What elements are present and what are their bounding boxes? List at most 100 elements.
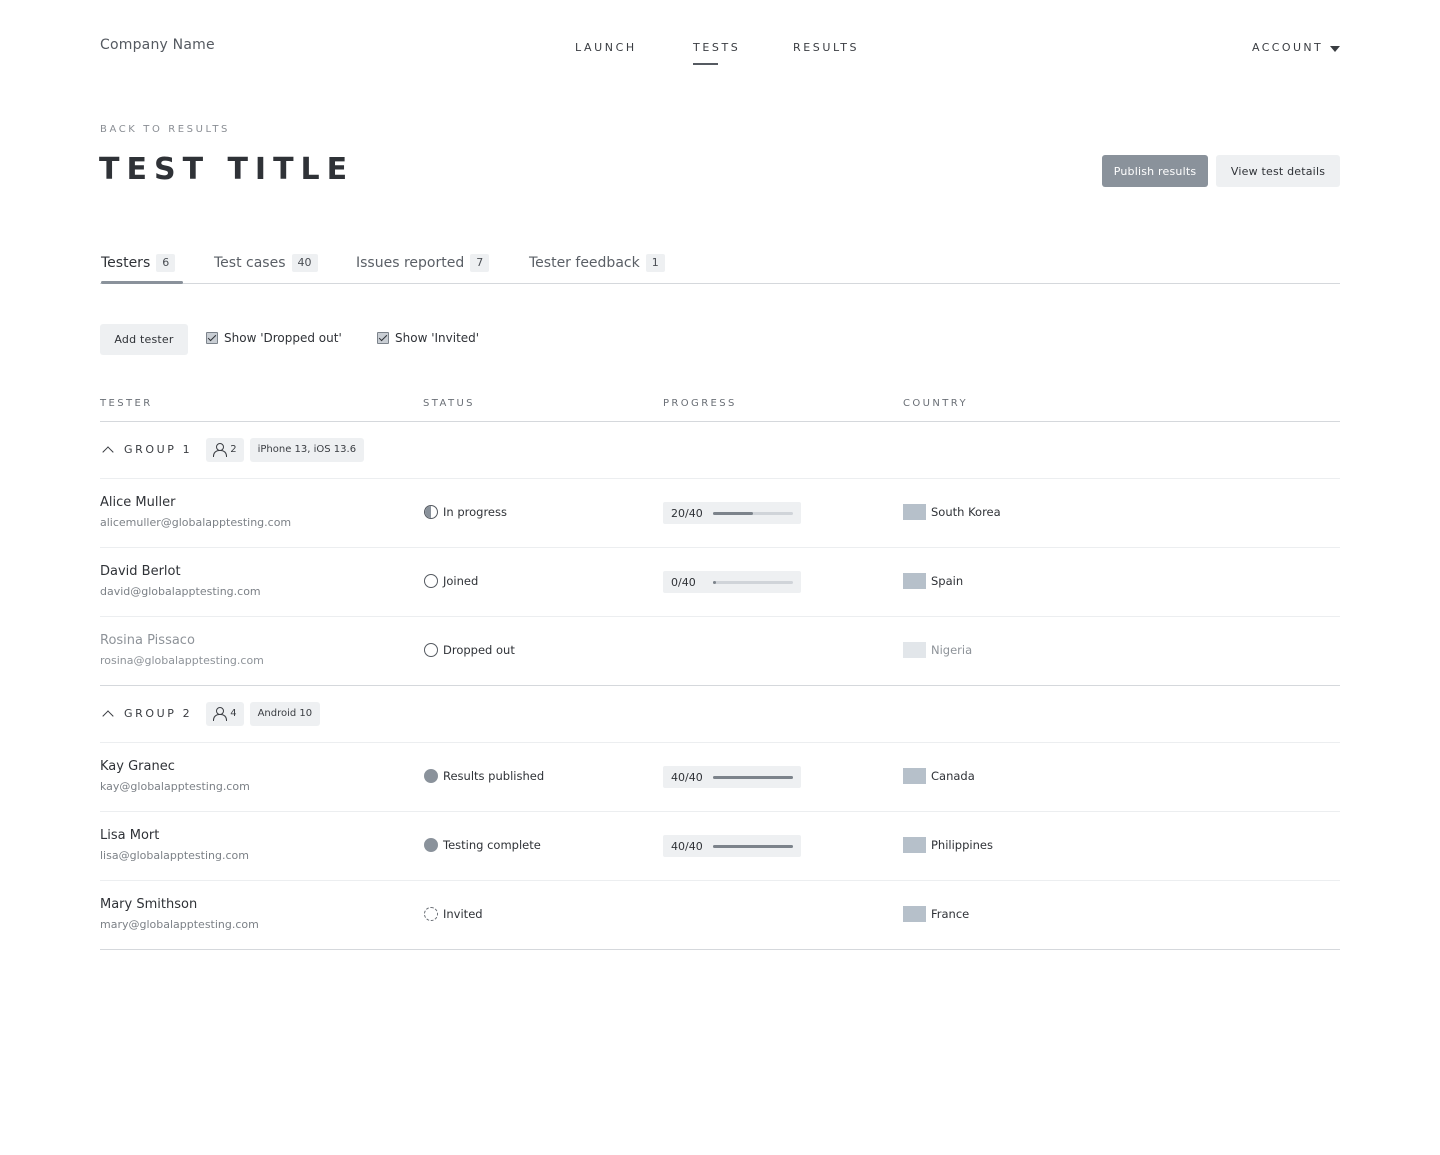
chevron-up-icon[interactable] (102, 446, 114, 458)
tester-email: lisa@globalapptesting.com (100, 849, 249, 862)
group-label: GROUP 1 (124, 443, 193, 456)
progress-cell: 40/40 (663, 835, 801, 857)
nav-launch[interactable]: LAUNCH (575, 41, 637, 54)
nav-tests[interactable]: TESTS (693, 41, 740, 54)
progress-bar-track (713, 581, 793, 584)
publish-results-button[interactable]: Publish results (1102, 155, 1208, 187)
progress-bar-fill (713, 512, 753, 515)
table-bottom-divider (100, 949, 1340, 950)
status-cell: Joined (424, 574, 478, 588)
group-header-2[interactable]: GROUP 2 4 Android 10 (100, 685, 1340, 742)
column-header-status[interactable]: STATUS (423, 398, 475, 409)
tab-testers[interactable]: Testers 6 (101, 253, 176, 273)
view-test-details-button[interactable]: View test details (1216, 155, 1340, 187)
table-row[interactable]: Lisa Mort lisa@globalapptesting.com Test… (100, 811, 1340, 880)
add-tester-button[interactable]: Add tester (100, 324, 188, 355)
table-row[interactable]: Alice Muller alicemuller@globalapptestin… (100, 478, 1340, 547)
tester-email: rosina@globalapptesting.com (100, 654, 264, 667)
country-name: Nigeria (931, 643, 973, 657)
page-title: TEST TITLE (99, 152, 355, 187)
status-text: Joined (443, 574, 479, 588)
tester-name: Mary Smithson (100, 897, 198, 912)
tab-label: Testers (101, 255, 151, 271)
flag-icon (903, 642, 926, 658)
caret-down-icon[interactable] (1330, 46, 1340, 52)
country-name: South Korea (931, 505, 1001, 519)
show-invited-checkbox[interactable]: Show 'Invited' (377, 331, 479, 345)
table-row[interactable]: David Berlot david@globalapptesting.com … (100, 547, 1340, 616)
tester-name: Kay Granec (100, 759, 175, 774)
column-header-progress[interactable]: PROGRESS (663, 398, 737, 409)
tab-label: Issues reported (356, 255, 465, 271)
group-label: GROUP 2 (124, 707, 193, 720)
progress-cell: 20/40 (663, 502, 801, 524)
filled-circle-icon (424, 838, 438, 852)
show-dropped-out-checkbox[interactable]: Show 'Dropped out' (206, 331, 342, 345)
tab-test-cases[interactable]: Test cases 40 (214, 253, 318, 273)
country-name: Spain (931, 574, 964, 588)
flag-icon (903, 768, 926, 784)
country-cell: Nigeria (903, 642, 972, 658)
flag-icon (903, 906, 926, 922)
progress-bar-fill (713, 776, 793, 779)
progress-bar-track (713, 845, 793, 848)
dashed-circle-icon (424, 907, 438, 921)
country-name: Philippines (931, 838, 993, 852)
active-tab-indicator (101, 281, 183, 284)
tester-name: Alice Muller (100, 495, 176, 510)
progress-text: 40/40 (671, 770, 703, 784)
tester-email: kay@globalapptesting.com (100, 780, 250, 793)
country-cell: France (903, 906, 969, 922)
table-row[interactable]: Kay Granec kay@globalapptesting.com Resu… (100, 742, 1340, 811)
company-logo[interactable]: Company Name (100, 37, 215, 53)
status-cell: Testing complete (424, 838, 541, 852)
tab-count-badge: 1 (645, 254, 665, 272)
status-cell: Invited (424, 907, 483, 921)
table-row[interactable]: Rosina Pissaco rosina@globalapptesting.c… (100, 616, 1340, 685)
status-cell: In progress (424, 505, 507, 519)
progress-text: 20/40 (671, 506, 703, 520)
column-header-country[interactable]: COUNTRY (903, 398, 968, 409)
group-tester-count: 2 (206, 437, 244, 462)
flag-icon (903, 504, 926, 520)
country-cell: Philippines (903, 837, 993, 853)
group-count-value: 4 (230, 708, 237, 719)
progress-bar-track (713, 776, 793, 779)
tab-count-badge: 7 (470, 254, 490, 272)
flag-icon (903, 573, 926, 589)
country-cell: Canada (903, 768, 975, 784)
column-header-tester[interactable]: TESTER (100, 398, 153, 409)
tab-tester-feedback[interactable]: Tester feedback 1 (529, 253, 665, 273)
progress-bar-track (713, 512, 793, 515)
status-cell: Results published (424, 769, 544, 783)
table-row[interactable]: Mary Smithson mary@globalapptesting.com … (100, 880, 1340, 949)
group-count-value: 2 (230, 444, 237, 455)
tab-count-badge: 40 (291, 254, 318, 272)
country-cell: South Korea (903, 504, 1001, 520)
group-header-1[interactable]: GROUP 1 2 iPhone 13, iOS 13.6 (100, 421, 1340, 478)
account-menu[interactable]: ACCOUNT (1252, 41, 1323, 54)
status-text: In progress (443, 505, 507, 519)
person-icon (213, 707, 228, 721)
filled-circle-icon (424, 769, 438, 783)
empty-circle-icon (424, 643, 438, 657)
tabs-divider (100, 283, 1340, 284)
status-text: Dropped out (443, 643, 515, 657)
tab-issues-reported[interactable]: Issues reported 7 (356, 253, 490, 273)
country-name: France (931, 907, 970, 921)
tester-email: alicemuller@globalapptesting.com (100, 516, 292, 529)
checkbox-checked-icon[interactable] (377, 332, 389, 344)
tester-email: mary@globalapptesting.com (100, 918, 259, 931)
country-name: Canada (931, 769, 975, 783)
chevron-up-icon[interactable] (102, 710, 114, 722)
tester-email: david@globalapptesting.com (100, 585, 261, 598)
group-device-badge: Android 10 (249, 701, 321, 726)
tab-count-badge: 6 (156, 254, 176, 272)
back-to-results-link[interactable]: BACK TO RESULTS (100, 124, 230, 135)
status-text: Invited (443, 907, 483, 921)
nav-results[interactable]: RESULTS (793, 41, 859, 54)
person-icon (213, 443, 228, 457)
status-cell: Dropped out (424, 643, 515, 657)
checkbox-label: Show 'Invited' (395, 331, 480, 345)
checkbox-checked-icon[interactable] (206, 332, 218, 344)
